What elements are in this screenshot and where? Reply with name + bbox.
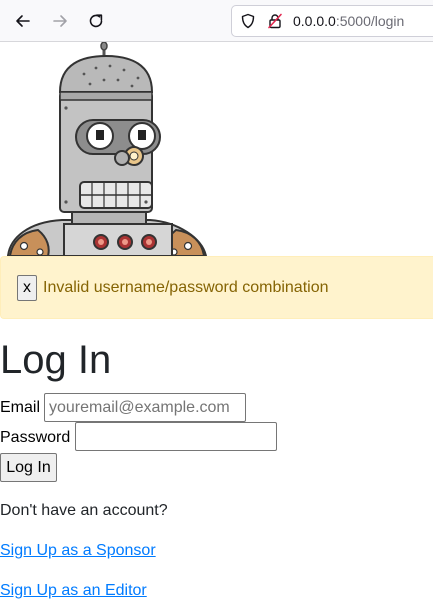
back-button[interactable] (9, 7, 37, 35)
email-input[interactable] (44, 393, 246, 422)
editor-signup-link[interactable]: Sign Up as an Editor (0, 581, 147, 601)
url-path: :5000/login (335, 13, 405, 29)
error-alert: x Invalid username/password combination (0, 256, 433, 319)
address-bar[interactable]: 0.0.0.0:5000/login (231, 5, 433, 37)
sponsor-signup-link[interactable]: Sign Up as a Sponsor (0, 541, 156, 561)
email-label: Email (0, 399, 41, 416)
insecure-lock-icon[interactable] (267, 13, 283, 29)
login-button[interactable]: Log In (0, 453, 57, 482)
arrow-right-icon (51, 12, 69, 30)
arrow-left-icon (14, 12, 32, 30)
reload-button[interactable] (82, 7, 110, 35)
url-host: 0.0.0.0 (293, 13, 336, 29)
robot-image (0, 42, 210, 256)
alert-message: Invalid username/password combination (43, 279, 329, 296)
reload-icon (87, 12, 105, 30)
password-label: Password (0, 429, 71, 446)
forward-button[interactable] (46, 7, 74, 35)
url-text: 0.0.0.0:5000/login (293, 13, 404, 29)
alert-close-button[interactable]: x (17, 275, 37, 301)
page-title: Log In (0, 338, 112, 382)
shield-icon[interactable] (240, 13, 256, 29)
browser-toolbar: 0.0.0.0:5000/login (0, 0, 433, 42)
signup-prompt: Don't have an account? (0, 502, 168, 519)
password-input[interactable] (75, 422, 277, 451)
